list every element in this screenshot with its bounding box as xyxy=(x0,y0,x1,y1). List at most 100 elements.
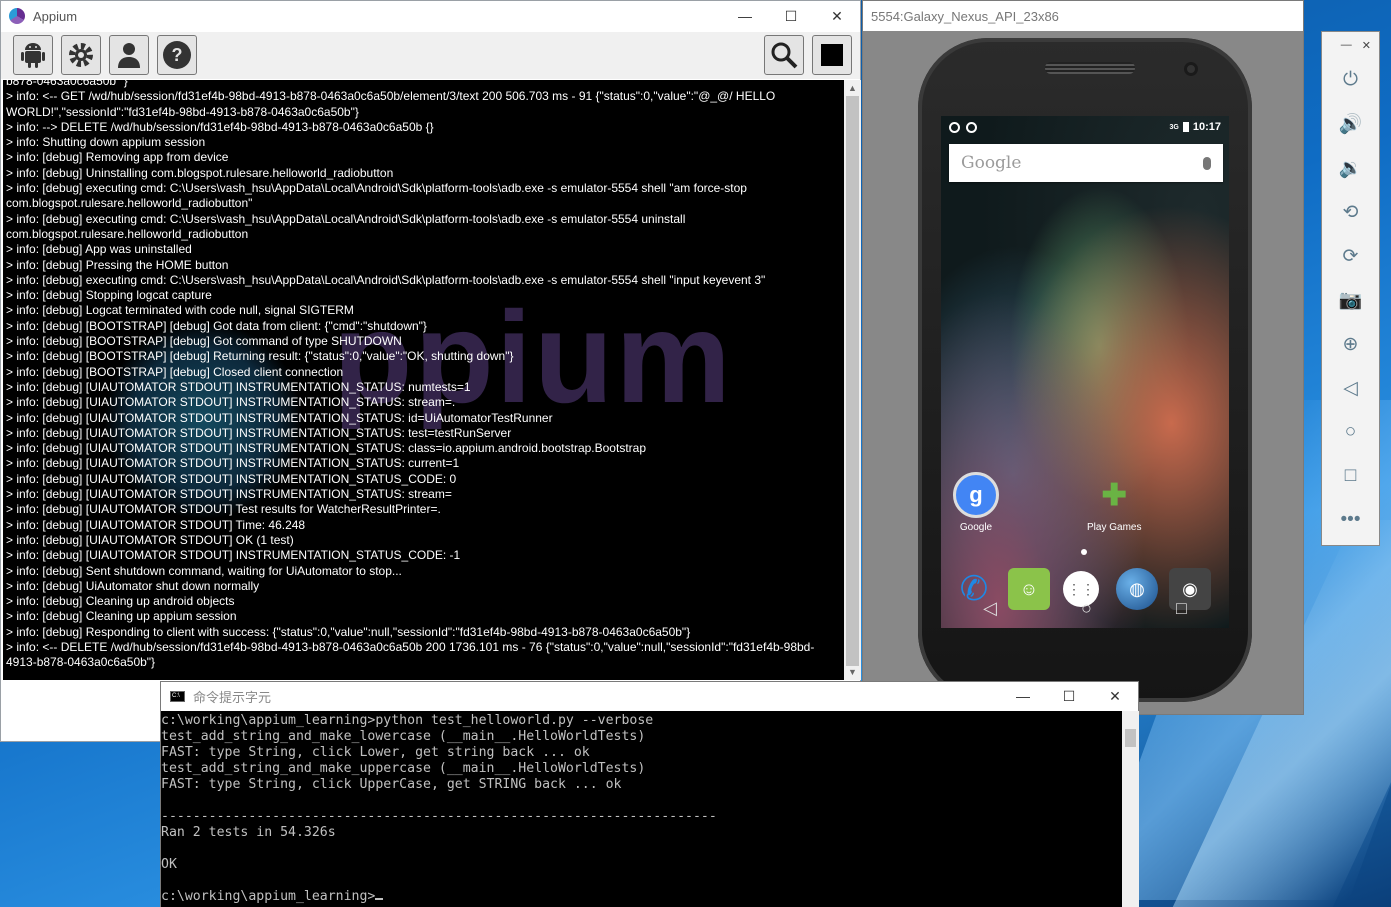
help-button[interactable]: ? xyxy=(157,35,197,75)
minimize-button[interactable]: — xyxy=(722,1,768,31)
rotate-right-icon[interactable]: ⟳ xyxy=(1322,234,1379,278)
text-cursor xyxy=(375,898,384,900)
console-line: c:\working\appium_learning>python test_h… xyxy=(161,713,654,728)
status-bar: 3G 10:17 xyxy=(941,116,1229,138)
maximize-button[interactable]: ☐ xyxy=(768,1,814,31)
phone-screen[interactable]: 3G 10:17 Google g Google ✚ Play Games ✆ … xyxy=(941,116,1229,628)
mic-icon[interactable] xyxy=(1203,156,1211,170)
power-icon[interactable]: ⏻ xyxy=(1322,58,1379,102)
stop-server-button[interactable] xyxy=(812,35,852,75)
gamepad-icon: ✚ xyxy=(1101,478,1127,512)
scrollbar-thumb[interactable] xyxy=(846,96,859,666)
log-line: > info: [debug] Sent shutdown command, w… xyxy=(6,563,402,578)
general-settings-button[interactable] xyxy=(61,35,101,75)
log-line: > info: [debug] executing cmd: C:\Users\… xyxy=(6,181,751,211)
log-line: > info: <-- DELETE /wd/hub/session/fd31e… xyxy=(6,639,815,670)
console-line: Ran 2 tests in 54.326s xyxy=(161,825,336,840)
notification-icon xyxy=(949,121,960,133)
cmd-icon: C:\ xyxy=(170,690,185,702)
page-indicator xyxy=(1081,549,1087,555)
signal-icon: 3G xyxy=(1169,123,1179,131)
appium-logo-icon xyxy=(9,8,25,24)
console-line: test_add_string_and_make_uppercase (__ma… xyxy=(161,761,646,776)
app-label: Play Games xyxy=(1087,522,1142,533)
scrollbar-thumb[interactable] xyxy=(1125,729,1136,747)
log-line: > info: [debug] UiAutomator shut down no… xyxy=(6,578,260,593)
google-search-placeholder: Google xyxy=(961,153,1022,173)
log-line: > info: [debug] executing cmd: C:\Users\… xyxy=(6,211,689,241)
home-icon[interactable]: ○ xyxy=(1081,598,1092,619)
cmd-scrollbar[interactable] xyxy=(1122,711,1139,907)
cmd-console-output[interactable]: c:\working\appium_learning>python test_h… xyxy=(161,711,1122,907)
appium-titlebar: Appium — ☐ ✕ xyxy=(1,1,860,31)
sidebar-window-controls: — ✕ xyxy=(1322,32,1379,58)
log-line: > info: [debug] [UIAUTOMATOR STDOUT] INS… xyxy=(6,471,457,486)
stop-icon xyxy=(821,44,843,66)
log-line: > info: [debug] [UIAUTOMATOR STDOUT] OK … xyxy=(6,532,294,547)
status-time: 10:17 xyxy=(1192,121,1221,133)
overview-icon[interactable]: □ xyxy=(1322,454,1379,498)
gear-icon xyxy=(69,43,93,67)
back-icon[interactable]: ◁ xyxy=(1322,366,1379,410)
log-line: > info: [debug] Stopping logcat capture xyxy=(6,288,212,303)
google-search-icon: g xyxy=(953,472,999,518)
cmd-window-title: 命令提示字元 xyxy=(193,689,272,705)
sidebar-close-button[interactable]: ✕ xyxy=(1362,39,1371,52)
log-line: > info: [debug] Responding to client wit… xyxy=(6,624,691,639)
more-icon[interactable]: ••• xyxy=(1322,498,1379,542)
user-icon xyxy=(118,43,140,68)
log-line: > info: [debug] [UIAUTOMATOR STDOUT] INS… xyxy=(6,441,646,456)
inspector-button[interactable] xyxy=(764,35,804,75)
console-line: FAST: type String, click Lower, get stri… xyxy=(161,745,590,760)
log-line: > info: [debug] [UIAUTOMATOR STDOUT] INS… xyxy=(6,410,553,425)
scroll-down-arrow-icon[interactable]: ▼ xyxy=(844,664,861,680)
phone-speaker xyxy=(1045,62,1135,74)
app-play-games[interactable]: ✚ Play Games xyxy=(1087,472,1142,534)
notification-icon xyxy=(966,121,977,133)
log-line: > info: <-- GET /wd/hub/session/fd31ef4b… xyxy=(6,89,779,119)
emulator-titlebar: 5554:Galaxy_Nexus_API_23x86 xyxy=(863,1,1303,31)
log-line: > info: [debug] [UIAUTOMATOR STDOUT] INS… xyxy=(6,379,471,394)
back-icon[interactable]: ◁ xyxy=(983,598,997,619)
log-line: > info: [debug] Cleaning up android obje… xyxy=(6,594,235,609)
log-line: > info: [debug] [BOOTSTRAP] [debug] Got … xyxy=(6,334,402,349)
google-search-bar[interactable]: Google xyxy=(949,144,1223,182)
android-settings-button[interactable] xyxy=(13,35,53,75)
screenshot-icon[interactable]: 📷 xyxy=(1322,278,1379,322)
close-button[interactable]: ✕ xyxy=(1092,681,1138,711)
rotate-left-icon[interactable]: ⟲ xyxy=(1322,190,1379,234)
log-scrollbar[interactable]: ▲ ▼ xyxy=(844,80,861,680)
sidebar-minimize-button[interactable]: — xyxy=(1341,39,1352,51)
maximize-button[interactable]: ☐ xyxy=(1046,681,1092,711)
appium-window-title: Appium xyxy=(33,8,78,24)
emulator-control-sidebar: — ✕ ⏻ 🔊 🔉 ⟲ ⟳ 📷 ⊕ ◁ ○ □ ••• xyxy=(1321,31,1380,546)
svg-text:?: ? xyxy=(172,45,183,65)
home-icon[interactable]: ○ xyxy=(1322,410,1379,454)
zoom-icon[interactable]: ⊕ xyxy=(1322,322,1379,366)
appium-log-console[interactable]: ppium b878-0463a0c6a50b" } > info: <-- GE… xyxy=(3,80,844,680)
log-line: > info: [debug] [UIAUTOMATOR STDOUT] INS… xyxy=(6,487,452,502)
app-google[interactable]: g Google xyxy=(953,472,999,533)
cmd-titlebar: C:\ 命令提示字元 — ☐ ✕ xyxy=(161,682,1138,710)
console-line: test_add_string_and_make_lowercase (__ma… xyxy=(161,729,646,744)
log-line: > info: [debug] Removing app from device xyxy=(6,150,229,165)
log-line: > info: [debug] Logcat terminated with c… xyxy=(6,303,354,318)
volume-up-icon[interactable]: 🔊 xyxy=(1322,102,1379,146)
close-button[interactable]: ✕ xyxy=(814,1,860,31)
command-prompt-window: C:\ 命令提示字元 — ☐ ✕ c:\working\appium_learn… xyxy=(160,681,1139,907)
log-line: > info: --> DELETE /wd/hub/session/fd31e… xyxy=(6,119,434,134)
developer-settings-button[interactable] xyxy=(109,35,149,75)
emulator-window: 5554:Galaxy_Nexus_API_23x86 3G 10:17 Goo… xyxy=(862,0,1304,715)
sidebar-buttons: ⏻ 🔊 🔉 ⟲ ⟳ 📷 ⊕ ◁ ○ □ ••• xyxy=(1322,58,1379,542)
log-line: > info: [debug] [UIAUTOMATOR STDOUT] INS… xyxy=(6,548,461,563)
overview-icon[interactable]: □ xyxy=(1176,598,1187,619)
battery-icon xyxy=(1182,122,1189,132)
minimize-button[interactable]: — xyxy=(1000,681,1046,711)
scroll-up-arrow-icon[interactable]: ▲ xyxy=(844,80,861,96)
volume-down-icon[interactable]: 🔉 xyxy=(1322,146,1379,190)
android-icon xyxy=(21,43,45,68)
console-line: FAST: type String, click UpperCase, get … xyxy=(161,777,622,792)
appium-window: Appium — ☐ ✕ ? ppium b878-0463a0c6a50b" … xyxy=(0,0,861,742)
log-line: > info: [debug] [BOOTSTRAP] [debug] Retu… xyxy=(6,349,514,364)
